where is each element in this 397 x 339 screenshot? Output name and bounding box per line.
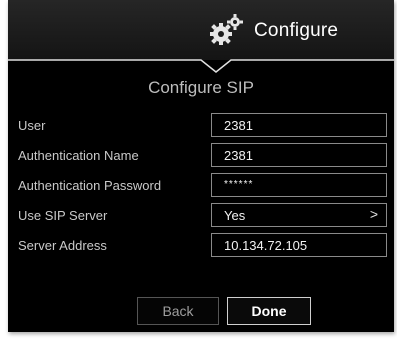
- header-title-group: Configure: [206, 14, 338, 48]
- use-sip-server-value: Yes: [224, 208, 246, 223]
- chevron-right-icon: >: [369, 206, 378, 222]
- server-address-field[interactable]: 10.134.72.105: [211, 233, 387, 257]
- row-use-sip-server: Use SIP Server Yes >: [18, 203, 388, 231]
- user-label: User: [18, 118, 46, 133]
- server-address-label: Server Address: [18, 238, 107, 253]
- gears-icon: [206, 14, 248, 48]
- header-divider: [8, 59, 394, 73]
- use-sip-server-label: Use SIP Server: [18, 208, 108, 223]
- header-title: Configure: [254, 20, 339, 41]
- done-button[interactable]: Done: [227, 297, 311, 325]
- authentication-name-label: Authentication Name: [18, 148, 139, 163]
- row-authentication-password: Authentication Password ******: [18, 173, 388, 201]
- use-sip-server-selector[interactable]: Yes >: [211, 203, 387, 227]
- user-field[interactable]: 2381: [211, 113, 387, 137]
- row-authentication-name: Authentication Name 2381: [18, 143, 388, 171]
- section-title: Configure SIP: [148, 78, 254, 97]
- authentication-name-field[interactable]: 2381: [211, 143, 387, 167]
- authentication-password-label: Authentication Password: [18, 178, 162, 193]
- row-server-address: Server Address 10.134.72.105: [18, 233, 388, 261]
- row-user: User 2381: [18, 113, 388, 141]
- authentication-password-field[interactable]: ******: [211, 173, 387, 197]
- back-button[interactable]: Back: [137, 297, 219, 325]
- configure-panel: Configure Configure SIP User 2381 Authen…: [8, 0, 394, 332]
